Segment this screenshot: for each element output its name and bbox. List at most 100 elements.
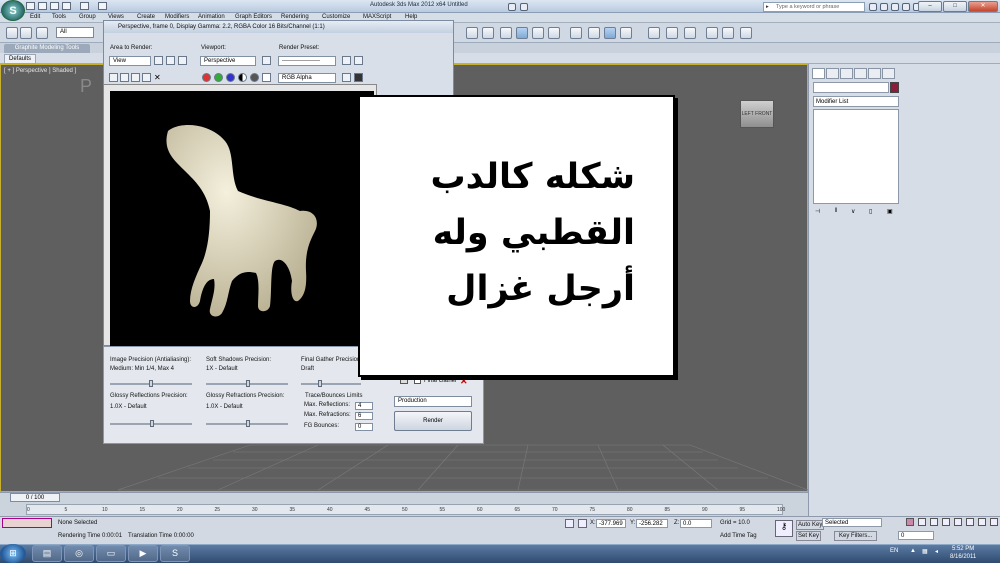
print-image-icon[interactable] xyxy=(142,73,151,82)
configure-modifier-sets-icon[interactable]: ▣ xyxy=(887,208,893,215)
open-file-icon[interactable] xyxy=(38,2,47,10)
x-coordinate-field[interactable]: -377.969 xyxy=(596,519,626,528)
object-color-swatch[interactable] xyxy=(890,82,899,93)
undo-icon[interactable] xyxy=(62,2,71,10)
auto-region-icon[interactable] xyxy=(166,56,175,65)
link-icon[interactable] xyxy=(6,27,18,39)
pan-icon[interactable] xyxy=(978,518,986,526)
redo-icon[interactable] xyxy=(80,2,89,10)
final-gather-slider[interactable] xyxy=(318,380,322,387)
swatch-icon[interactable] xyxy=(262,73,271,82)
pin-stack-icon[interactable]: ⊣ xyxy=(815,208,820,215)
minimize-button[interactable]: – xyxy=(918,1,942,12)
z-coordinate-field[interactable]: 0.0 xyxy=(680,519,712,528)
rendered-frame-window-icon[interactable] xyxy=(648,27,660,39)
schematic-view-icon[interactable] xyxy=(588,27,600,39)
render-preset-dropdown[interactable]: ------------------- xyxy=(278,56,336,66)
network-icon[interactable]: ▦ xyxy=(922,548,928,555)
save-file-icon[interactable] xyxy=(50,2,59,10)
crop-region-icon[interactable] xyxy=(178,56,187,65)
curve-editor-icon[interactable] xyxy=(570,27,582,39)
show-end-result-icon[interactable]: ‖ xyxy=(835,208,837,214)
maximize-button[interactable]: □ xyxy=(943,1,967,12)
key-selection-dropdown[interactable]: Selected xyxy=(822,518,882,527)
unlink-icon[interactable] xyxy=(20,27,32,39)
menu-edit[interactable]: Edit xyxy=(30,14,40,20)
image-precision-slider[interactable] xyxy=(149,380,153,387)
bind-space-warp-icon[interactable] xyxy=(36,27,48,39)
close-button[interactable]: ✕ xyxy=(968,1,998,12)
graphite-toggle-icon[interactable] xyxy=(548,27,560,39)
auto-key-button[interactable]: Auto Key xyxy=(796,520,825,530)
next-frame-icon[interactable] xyxy=(954,518,962,526)
project-folder-icon[interactable] xyxy=(98,2,107,10)
glossy-reflections-slider[interactable] xyxy=(150,420,154,427)
green-channel-icon[interactable] xyxy=(214,73,223,82)
blue-channel-icon[interactable] xyxy=(226,73,235,82)
goto-start-icon[interactable] xyxy=(918,518,926,526)
scene-explorer-icon[interactable] xyxy=(516,27,528,39)
absolute-mode-icon[interactable] xyxy=(578,519,587,528)
render-button[interactable]: Render xyxy=(394,411,472,431)
zoom-icon[interactable] xyxy=(966,518,974,526)
object-name-field[interactable] xyxy=(813,82,889,93)
selection-lock-icon[interactable] xyxy=(565,519,574,528)
binoculars-icon[interactable] xyxy=(869,3,877,11)
volume-icon[interactable]: ◂ xyxy=(935,548,938,555)
select-and-manipulate-icon[interactable] xyxy=(466,27,478,39)
current-frame-field[interactable]: 0 xyxy=(898,531,934,540)
close-icon[interactable]: ✕ xyxy=(460,376,468,387)
monochrome-icon[interactable] xyxy=(250,73,259,82)
red-channel-icon[interactable] xyxy=(202,73,211,82)
key-icon[interactable]: ⚷ xyxy=(775,520,793,537)
start-button-icon[interactable]: ⊞ xyxy=(0,544,26,563)
align-icon[interactable] xyxy=(482,27,494,39)
lock-viewport-icon[interactable] xyxy=(262,56,271,65)
remove-modifier-icon[interactable]: ▯ xyxy=(869,208,872,215)
render-setup-small-icon[interactable] xyxy=(342,56,351,65)
y-coordinate-field[interactable]: -256.282 xyxy=(636,519,668,528)
lock-icon[interactable] xyxy=(400,376,408,384)
save-image-icon[interactable] xyxy=(109,73,118,82)
hierarchy-tab-icon[interactable] xyxy=(840,68,853,79)
final-gather-checkbox[interactable] xyxy=(414,377,421,384)
copy-image-icon[interactable] xyxy=(120,73,129,82)
edit-region-icon[interactable] xyxy=(154,56,163,65)
modifier-list-dropdown[interactable]: Modifier List xyxy=(813,96,899,107)
viewcube[interactable]: LEFT FRONT xyxy=(740,100,774,128)
clone-window-icon[interactable] xyxy=(131,73,140,82)
production-dropdown[interactable]: Production xyxy=(394,396,472,407)
play-icon[interactable] xyxy=(942,518,950,526)
viewcube-left-face[interactable]: LEFT xyxy=(742,111,754,117)
activeshade-icon[interactable] xyxy=(740,27,752,39)
clear-image-icon[interactable]: ✕ xyxy=(154,73,161,82)
time-slider[interactable]: 0 / 100 xyxy=(10,493,60,502)
viewport-label[interactable]: [ + ] Perspective ] Shaded ] xyxy=(4,68,76,74)
create-tab-icon[interactable] xyxy=(812,68,825,79)
communication-icon[interactable] xyxy=(891,3,899,11)
motion-tab-icon[interactable] xyxy=(854,68,867,79)
selection-filter-dropdown[interactable]: All xyxy=(56,27,94,38)
viewport-dropdown[interactable]: Perspective xyxy=(200,56,256,66)
render-iterative-icon[interactable] xyxy=(684,27,696,39)
soft-shadows-slider[interactable] xyxy=(246,380,250,387)
render-setup-icon[interactable] xyxy=(620,27,632,39)
max-reflections-spinner[interactable]: 4 xyxy=(355,402,373,410)
channel-display-dropdown[interactable]: RGB Alpha xyxy=(278,73,336,83)
taskbar-3dsmax-icon[interactable]: S xyxy=(160,545,190,562)
tab-graphite-modeling-tools[interactable]: Graphite Modeling Tools xyxy=(4,44,90,53)
display-tab-icon[interactable] xyxy=(868,68,881,79)
layer-manager-icon[interactable] xyxy=(532,27,544,39)
new-file-icon[interactable] xyxy=(26,2,35,10)
taskbar-media-icon[interactable]: ▶ xyxy=(128,545,158,562)
modify-tab-icon[interactable] xyxy=(826,68,839,79)
area-to-render-dropdown[interactable]: View xyxy=(109,56,151,66)
environment-effects-icon[interactable] xyxy=(354,56,363,65)
tab-defaults[interactable]: Defaults xyxy=(4,54,36,64)
key-filters-button[interactable]: Key Filters... xyxy=(834,531,878,541)
maxscript-listener[interactable] xyxy=(2,518,52,528)
render-production-icon[interactable] xyxy=(666,27,678,39)
toggle-ui-icon[interactable] xyxy=(354,73,363,82)
material-editor-icon[interactable] xyxy=(604,27,616,39)
glossy-refractions-slider[interactable] xyxy=(246,420,250,427)
